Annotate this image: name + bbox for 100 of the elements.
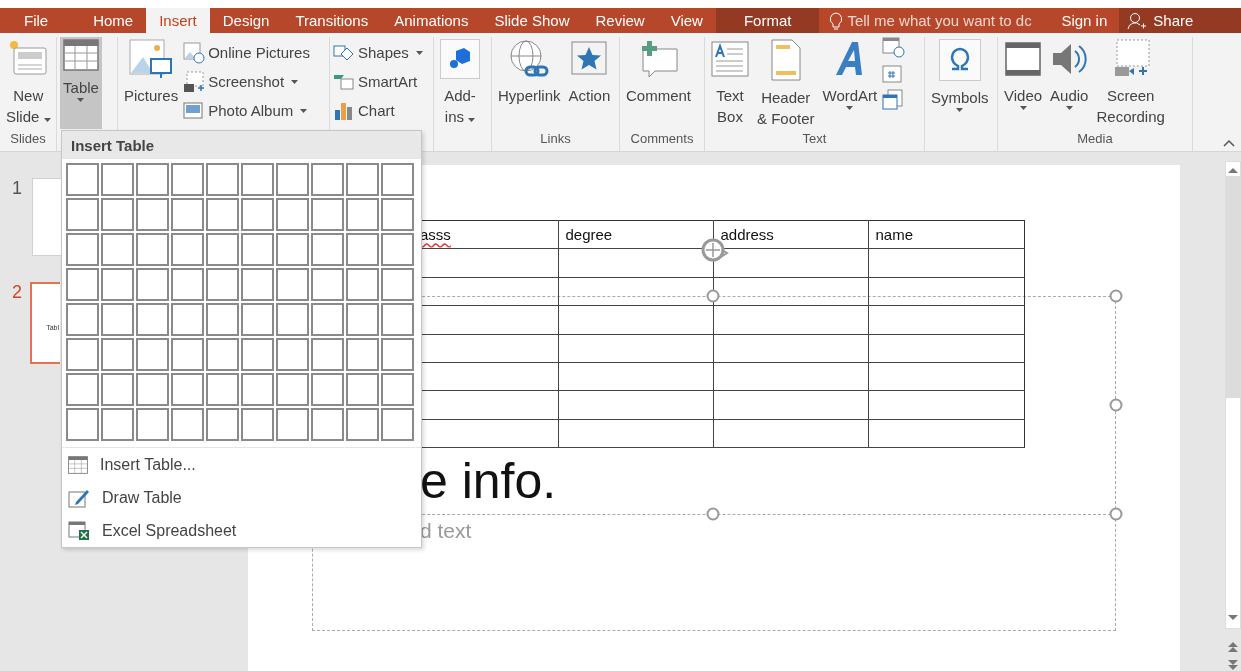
table-size-cell[interactable] <box>346 198 379 231</box>
table-size-cell[interactable] <box>206 303 239 336</box>
resize-handle[interactable] <box>1109 507 1123 521</box>
table-size-cell[interactable] <box>66 163 99 196</box>
table-size-cell[interactable] <box>381 373 414 406</box>
table-size-cell[interactable] <box>381 233 414 266</box>
ribbon-command[interactable]: Pictures <box>121 37 182 129</box>
table-size-cell[interactable] <box>241 268 274 301</box>
collapse-ribbon-icon[interactable] <box>1223 139 1235 147</box>
table-size-cell[interactable] <box>311 233 344 266</box>
table-size-cell[interactable] <box>101 408 134 441</box>
table-size-cell[interactable] <box>241 198 274 231</box>
table-size-cell[interactable] <box>311 163 344 196</box>
table-size-cell[interactable] <box>311 303 344 336</box>
table-size-cell[interactable] <box>101 338 134 371</box>
ribbon-tab[interactable]: File <box>0 8 81 33</box>
table-size-cell[interactable] <box>346 338 379 371</box>
table-size-cell[interactable] <box>206 373 239 406</box>
table-size-cell[interactable] <box>136 233 169 266</box>
ribbon-tab[interactable]: Insert <box>146 8 210 33</box>
table-size-cell[interactable] <box>276 303 309 336</box>
table-size-cell[interactable] <box>66 268 99 301</box>
table-size-cell[interactable] <box>381 338 414 371</box>
table-size-cell[interactable] <box>206 163 239 196</box>
table-size-cell[interactable] <box>136 373 169 406</box>
table-size-cell[interactable] <box>381 303 414 336</box>
table-size-cell[interactable] <box>171 268 204 301</box>
vertical-scrollbar[interactable] <box>1225 161 1241 630</box>
table-size-cell[interactable] <box>171 303 204 336</box>
table-size-cell[interactable] <box>66 303 99 336</box>
table-size-cell[interactable] <box>346 163 379 196</box>
resize-handle[interactable] <box>1109 289 1123 303</box>
ribbon-command[interactable]: Hyperlink <box>495 37 564 129</box>
sign-in-link[interactable]: Sign in <box>1057 8 1120 33</box>
ribbon-command[interactable]: Chart <box>333 97 424 124</box>
table-size-cell[interactable] <box>241 408 274 441</box>
table-size-cell[interactable] <box>311 373 344 406</box>
table-size-cell[interactable] <box>241 338 274 371</box>
table-size-cell[interactable] <box>276 198 309 231</box>
ribbon-command[interactable]: Screen Recording <box>1093 37 1168 129</box>
ribbon-tab[interactable]: Transitions <box>282 8 382 33</box>
table-size-cell[interactable] <box>66 408 99 441</box>
ribbon-tab[interactable]: Review <box>582 8 658 33</box>
table-size-cell[interactable] <box>171 198 204 231</box>
resize-handle[interactable] <box>706 507 720 521</box>
table-size-cell[interactable] <box>101 233 134 266</box>
table-size-cell[interactable] <box>206 198 239 231</box>
table-size-cell[interactable] <box>346 373 379 406</box>
table-size-cell[interactable] <box>101 163 134 196</box>
table-size-cell[interactable] <box>171 373 204 406</box>
table-size-cell[interactable] <box>206 233 239 266</box>
table-size-cell[interactable] <box>381 408 414 441</box>
scroll-down-icon[interactable] <box>1228 614 1238 623</box>
table-size-cell[interactable] <box>241 233 274 266</box>
table-size-cell[interactable] <box>101 373 134 406</box>
ribbon-command[interactable]: Action <box>565 37 614 129</box>
table-size-cell[interactable] <box>136 338 169 371</box>
ribbon-command[interactable]: Symbols <box>928 37 992 129</box>
ribbon-tab[interactable]: Animations <box>381 8 482 33</box>
ribbon-command[interactable]: SmartArt <box>333 68 424 95</box>
ribbon-command[interactable]: Audio <box>1047 37 1092 129</box>
resize-handle[interactable] <box>706 289 720 303</box>
table-size-cell[interactable] <box>381 198 414 231</box>
table-size-cell[interactable] <box>241 373 274 406</box>
table-size-cell[interactable] <box>241 163 274 196</box>
ribbon-command[interactable]: Screenshot <box>183 68 310 95</box>
table-size-cell[interactable] <box>381 268 414 301</box>
table-size-cell[interactable] <box>276 408 309 441</box>
table-size-cell[interactable] <box>136 303 169 336</box>
table-size-cell[interactable] <box>241 303 274 336</box>
table-size-cell[interactable] <box>311 338 344 371</box>
share-button[interactable]: Share <box>1119 8 1241 33</box>
ribbon-command[interactable]: Text Box <box>708 37 752 129</box>
table-size-cell[interactable] <box>311 268 344 301</box>
table-size-cell[interactable] <box>66 373 99 406</box>
table-size-cell[interactable] <box>346 233 379 266</box>
table-size-cell[interactable] <box>206 268 239 301</box>
table-size-cell[interactable] <box>276 338 309 371</box>
table-size-cell[interactable] <box>136 163 169 196</box>
table-size-cell[interactable] <box>66 198 99 231</box>
table-size-cell[interactable] <box>136 268 169 301</box>
table-size-cell[interactable] <box>276 373 309 406</box>
tell-me-field[interactable]: Tell me what you want to dc <box>847 12 1054 29</box>
ribbon-command[interactable]: New Slide <box>3 37 54 129</box>
ribbon-command[interactable]: Table <box>60 37 102 129</box>
table-size-cell[interactable] <box>66 338 99 371</box>
ribbon-command[interactable]: Header & Footer <box>754 37 818 129</box>
table-size-cell[interactable] <box>381 163 414 196</box>
ribbon-command[interactable]: Online Pictures <box>183 39 310 66</box>
ribbon-tab[interactable]: View <box>657 8 716 33</box>
table-size-cell[interactable] <box>101 198 134 231</box>
table-size-cell[interactable] <box>346 408 379 441</box>
table-size-cell[interactable] <box>276 163 309 196</box>
table-size-cell[interactable] <box>66 233 99 266</box>
ribbon-command[interactable]: Add- ins <box>437 37 483 129</box>
resize-handle[interactable] <box>1109 398 1123 412</box>
table-size-cell[interactable] <box>346 303 379 336</box>
ribbon-command[interactable]: WordArt <box>819 37 881 129</box>
table-size-cell[interactable] <box>171 233 204 266</box>
ribbon-tab[interactable]: Design <box>209 8 283 33</box>
